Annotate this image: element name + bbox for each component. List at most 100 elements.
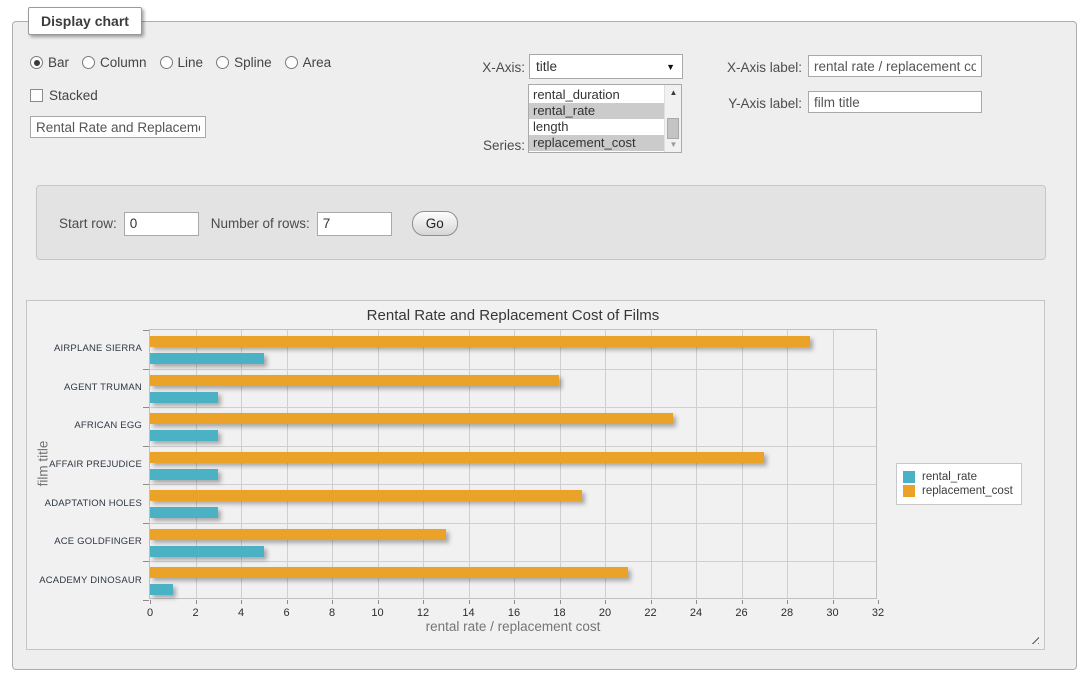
series-option-rental_duration[interactable]: rental_duration [529, 87, 664, 103]
x-tick-label: 22 [636, 607, 666, 619]
x-tick-mark [378, 600, 379, 604]
x-tick-mark [332, 600, 333, 604]
x-axis-select[interactable]: title ▼ [529, 54, 683, 79]
x-tick-label: 2 [181, 607, 211, 619]
x-tick-mark [605, 600, 606, 604]
x-axis-label-input[interactable] [808, 55, 982, 77]
x-axis-title: rental rate / replacement cost [149, 619, 877, 634]
x-tick-mark [469, 600, 470, 604]
gridline-horizontal [150, 561, 876, 562]
chart-title-input[interactable] [30, 116, 206, 138]
x-tick-label: 4 [226, 607, 256, 619]
x-tick-mark [560, 600, 561, 604]
gridline-vertical [514, 330, 515, 598]
legend-item: rental_rate [903, 471, 1013, 483]
chart-legend: rental_rate replacement_cost [896, 463, 1022, 505]
radio-icon[interactable] [82, 56, 95, 69]
scroll-down-icon[interactable]: ▼ [665, 137, 682, 152]
radio-icon[interactable] [216, 56, 229, 69]
x-tick-label: 24 [681, 607, 711, 619]
x-axis-select-label: X-Axis: [455, 60, 525, 75]
series-select-label: Series: [455, 138, 525, 153]
resize-grip-icon[interactable] [1028, 633, 1039, 644]
series-option-length[interactable]: length [529, 119, 664, 135]
x-tick-label: 12 [408, 607, 438, 619]
bar-replacement_cost [150, 452, 764, 463]
x-axis-selected-value: title [536, 59, 557, 74]
y-tick-mark [143, 369, 149, 370]
y-axis-label-label: Y-Axis label: [712, 96, 802, 111]
x-tick-label: 18 [545, 607, 575, 619]
stacked-label: Stacked [49, 88, 98, 103]
gridline-horizontal [150, 369, 876, 370]
num-rows-input[interactable] [317, 212, 392, 236]
legend-swatch-replacement_cost [903, 485, 915, 497]
scrollbar-thumb[interactable] [667, 118, 679, 139]
bar-rental_rate [150, 353, 264, 364]
x-tick-mark [651, 600, 652, 604]
legend-label: replacement_cost [922, 485, 1013, 497]
scroll-up-icon[interactable]: ▲ [665, 85, 682, 100]
y-tick-mark [143, 561, 149, 562]
bar-replacement_cost [150, 336, 810, 347]
gridline-vertical [287, 330, 288, 598]
y-tick-mark [143, 484, 149, 485]
gridline-horizontal [150, 446, 876, 447]
y-tick-mark [143, 523, 149, 524]
bar-rental_rate [150, 469, 218, 480]
series-option-replacement_cost[interactable]: replacement_cost [529, 135, 664, 151]
chart-type-radio-group: Bar Column Line Spline Area [30, 55, 331, 70]
go-button[interactable]: Go [412, 211, 458, 236]
bar-rental_rate [150, 430, 218, 441]
x-tick-mark [150, 600, 151, 604]
radio-icon[interactable] [285, 56, 298, 69]
x-tick-mark [423, 600, 424, 604]
x-tick-label: 32 [863, 607, 893, 619]
x-tick-mark [696, 600, 697, 604]
radio-icon[interactable] [160, 56, 173, 69]
x-tick-label: 10 [363, 607, 393, 619]
x-tick-label: 0 [135, 607, 165, 619]
x-tick-label: 6 [272, 607, 302, 619]
x-tick-label: 20 [590, 607, 620, 619]
stacked-checkbox[interactable] [30, 89, 43, 102]
gridline-horizontal [150, 523, 876, 524]
chart-type-option-line[interactable]: Line [160, 55, 204, 70]
chart-type-option-spline[interactable]: Spline [216, 55, 272, 70]
y-tick-mark [143, 407, 149, 408]
y-axis-label-input[interactable] [808, 91, 982, 113]
gridline-vertical [423, 330, 424, 598]
x-tick-mark [787, 600, 788, 604]
chart-type-label: Spline [234, 55, 272, 70]
chart-type-option-bar[interactable]: Bar [30, 55, 69, 70]
start-row-label: Start row: [59, 216, 117, 231]
gridline-vertical [742, 330, 743, 598]
gridline-vertical [605, 330, 606, 598]
chart-type-label: Column [100, 55, 147, 70]
row-controls: Start row: Number of rows: Go [59, 211, 458, 236]
x-tick-label: 28 [772, 607, 802, 619]
stacked-option[interactable]: Stacked [30, 88, 98, 103]
y-tick-mark [143, 446, 149, 447]
radio-icon[interactable] [30, 56, 43, 69]
x-tick-mark [196, 600, 197, 604]
series-multiselect[interactable]: rental_durationrental_ratelengthreplacem… [528, 84, 682, 153]
bar-replacement_cost [150, 490, 582, 501]
bar-rental_rate [150, 507, 218, 518]
x-tick-mark [742, 600, 743, 604]
chart-type-option-area[interactable]: Area [285, 55, 332, 70]
series-scrollbar[interactable]: ▲ ▼ [664, 85, 681, 152]
gridline-vertical [196, 330, 197, 598]
bar-replacement_cost [150, 529, 446, 540]
chart-type-label: Area [303, 55, 332, 70]
series-option-rental_rate[interactable]: rental_rate [529, 103, 664, 119]
page: Display chart BarColumnLineSplineArea St… [0, 0, 1081, 681]
gridline-horizontal [150, 407, 876, 408]
gridline-vertical [833, 330, 834, 598]
x-tick-mark [514, 600, 515, 604]
x-tick-label: 14 [454, 607, 484, 619]
chart-plot-area: 02468101214161820222426283032AIRPLANE SI… [149, 329, 877, 599]
chart-type-option-column[interactable]: Column [82, 55, 147, 70]
num-rows-label: Number of rows: [211, 216, 310, 231]
start-row-input[interactable] [124, 212, 199, 236]
